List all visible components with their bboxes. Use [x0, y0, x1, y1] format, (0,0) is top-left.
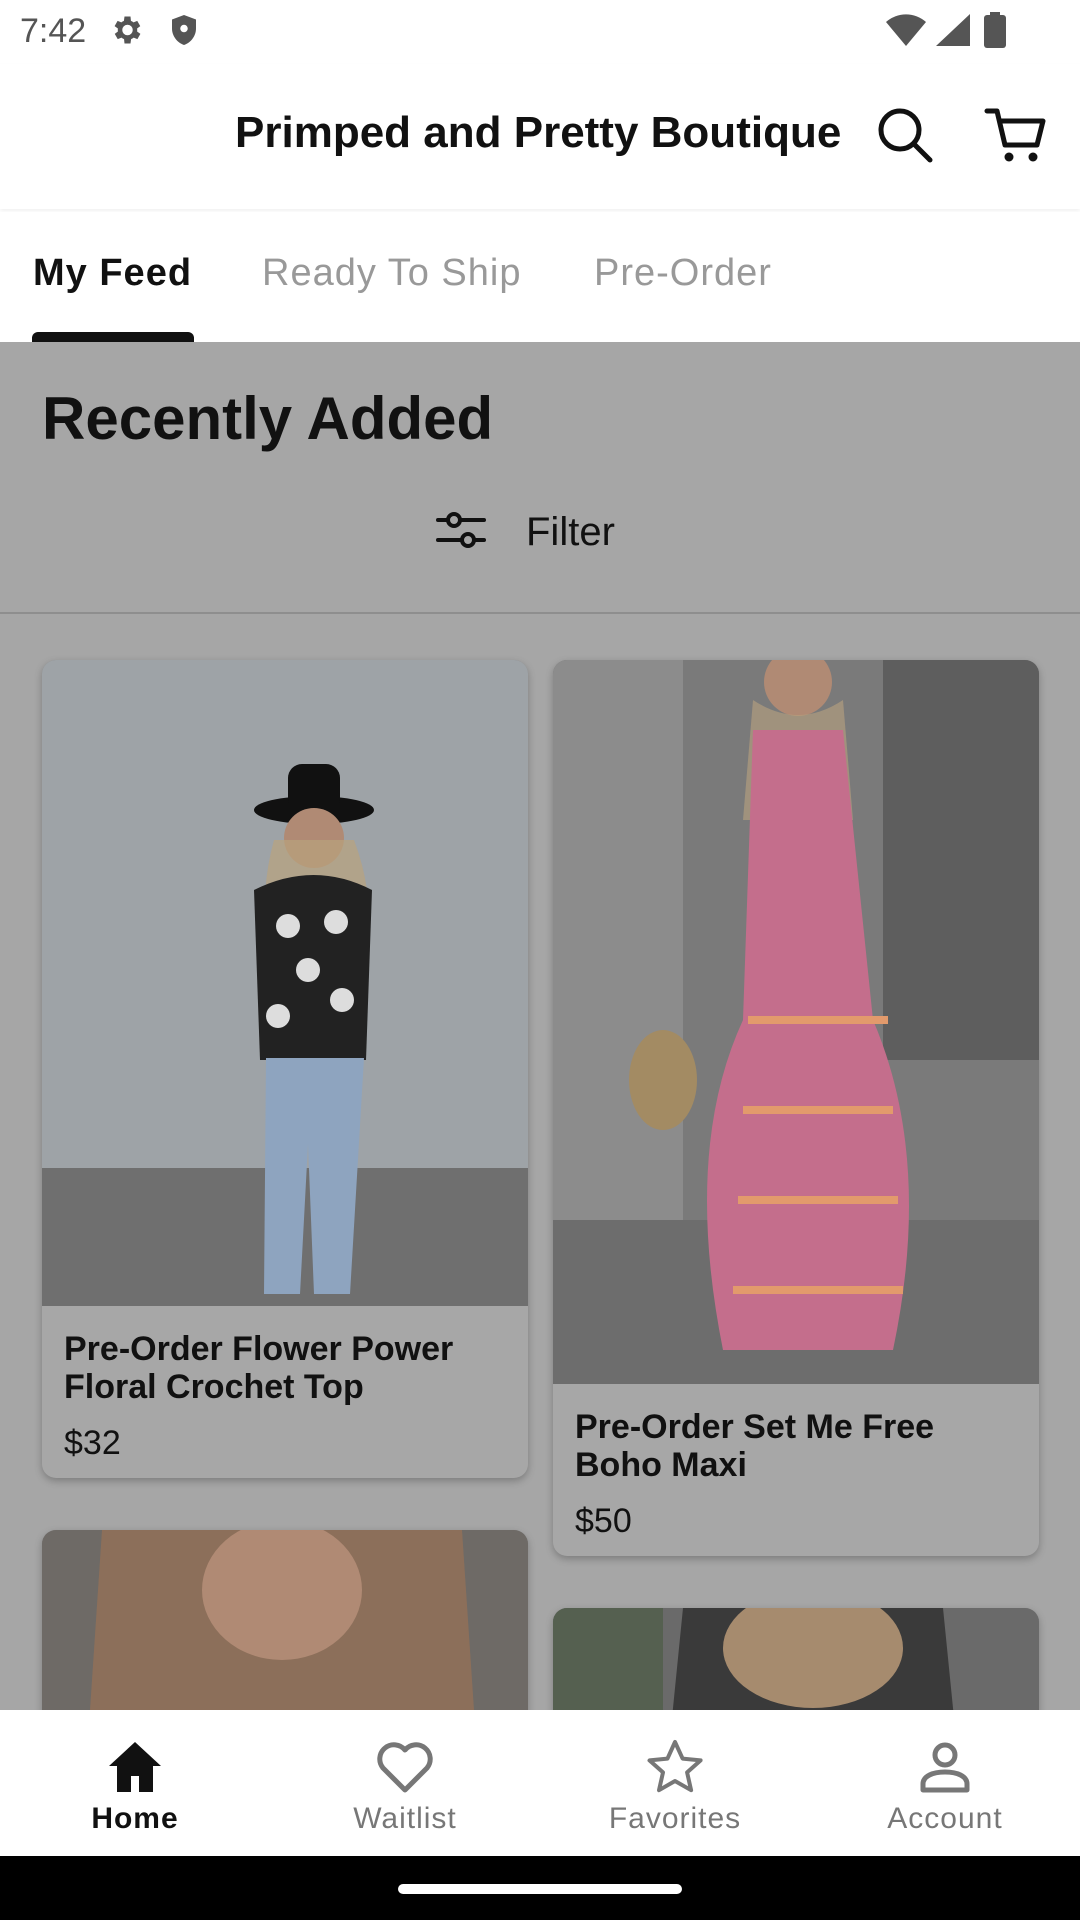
home-gesture-handle[interactable]: [398, 1884, 682, 1894]
feed-tabs: My Feed Ready To Ship Pre-Order: [0, 212, 1080, 343]
system-gesture-bar: [0, 1856, 1080, 1920]
app-bar: Primped and Pretty Boutique: [0, 64, 1080, 209]
nav-item-account[interactable]: Account: [810, 1710, 1080, 1856]
tab-ready-to-ship[interactable]: Ready To Ship: [262, 252, 521, 295]
wifi-icon: [886, 14, 926, 51]
nav-label: Favorites: [608, 1802, 742, 1835]
cart-button[interactable]: [980, 102, 1050, 172]
signal-icon: [936, 14, 970, 51]
product-price: $50: [575, 1502, 632, 1540]
nav-label: Account: [887, 1802, 1003, 1835]
shield-icon: [166, 12, 202, 53]
product-image: [42, 1530, 528, 1710]
home-icon: [105, 1738, 165, 1796]
nav-item-waitlist[interactable]: Waitlist: [270, 1710, 540, 1856]
feed-content[interactable]: Recently Added Filter Pre-Order Flower P…: [0, 342, 1080, 1710]
gear-icon: [108, 12, 144, 53]
divider: [0, 612, 1080, 614]
search-icon: [875, 105, 935, 170]
product-name: Pre-Order Flower Power Floral Crochet To…: [64, 1330, 454, 1406]
account-icon: [915, 1738, 975, 1796]
product-image: [42, 660, 528, 1306]
nav-label: Waitlist: [353, 1802, 457, 1835]
section-title: Recently Added: [42, 385, 494, 452]
product-card[interactable]: [553, 1608, 1039, 1710]
filter-button[interactable]: Filter: [436, 504, 615, 560]
tab-indicator: [32, 332, 194, 342]
status-time: 7:42: [20, 12, 87, 50]
nav-item-home[interactable]: Home: [0, 1710, 270, 1856]
nav-item-favorites[interactable]: Favorites: [540, 1710, 810, 1856]
app-title: Primped and Pretty Boutique: [235, 108, 842, 157]
status-bar: 7:42: [0, 0, 1080, 64]
star-icon: [645, 1738, 705, 1796]
search-button[interactable]: [870, 102, 940, 172]
cart-icon: [983, 103, 1047, 172]
product-price: $32: [64, 1424, 121, 1462]
sliders-icon: [436, 508, 486, 557]
product-image: [553, 1608, 1039, 1710]
product-image: [553, 660, 1039, 1384]
tab-my-feed[interactable]: My Feed: [33, 252, 192, 295]
filter-label: Filter: [526, 509, 615, 554]
product-card[interactable]: Pre-Order Set Me Free Boho Maxi $50: [553, 660, 1039, 1556]
heart-icon: [375, 1738, 435, 1796]
tab-pre-order[interactable]: Pre-Order: [594, 252, 772, 295]
product-card[interactable]: Pre-Order Flower Power Floral Crochet To…: [42, 660, 528, 1478]
bottom-navigation: Home Waitlist Favorites Account: [0, 1710, 1080, 1856]
product-name: Pre-Order Set Me Free Boho Maxi: [575, 1408, 935, 1484]
nav-label: Home: [91, 1802, 179, 1835]
battery-icon: [984, 12, 1006, 53]
product-card[interactable]: [42, 1530, 528, 1710]
